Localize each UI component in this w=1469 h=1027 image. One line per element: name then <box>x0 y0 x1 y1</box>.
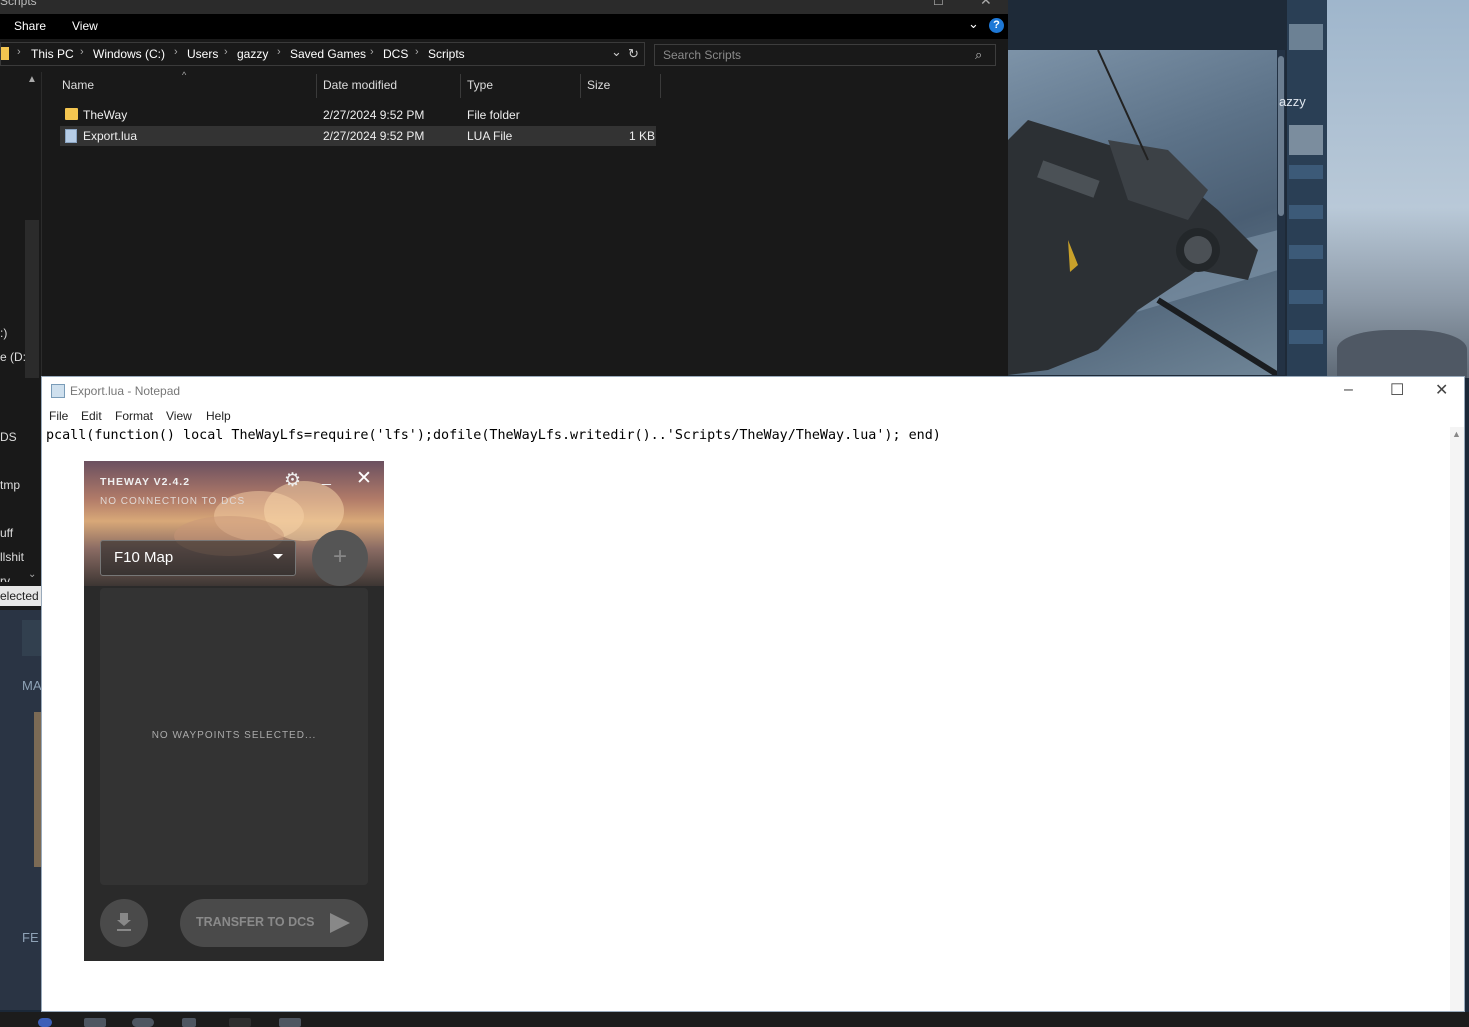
lua-file-icon <box>65 129 77 143</box>
notepad-title: Export.lua - Notepad <box>70 384 181 398</box>
breadcrumb-windows-c[interactable]: Windows (C:) <box>93 47 165 61</box>
apache-helicopter-artwork <box>1008 50 1278 375</box>
explorer-ribbon: Share View ⌄ ? <box>0 14 1008 39</box>
transfer-label: TRANSFER TO DCS <box>196 915 315 929</box>
add-waypoint-button[interactable]: + <box>312 530 368 586</box>
explorer-titlebar: Scripts ☐ ✕ <box>0 0 1008 14</box>
maximize-icon[interactable]: ☐ <box>933 0 944 8</box>
breadcrumb-dcs[interactable]: DCS <box>383 47 408 61</box>
file-size: 1 KB <box>629 129 656 143</box>
terminal-taskbar-icon[interactable] <box>229 1018 251 1027</box>
nav-item[interactable]: :) <box>0 326 7 340</box>
steam-side-panel: azzy <box>1279 0 1327 378</box>
send-icon <box>330 913 350 933</box>
address-bar[interactable]: › This PC › Windows (C:) › Users › gazzy… <box>0 42 645 66</box>
nav-item[interactable]: llshit <box>0 550 24 564</box>
file-name: Export.lua <box>83 129 138 143</box>
close-icon[interactable]: ✕ <box>1435 380 1448 400</box>
sort-ascending-icon: ^ <box>182 70 187 80</box>
volcano-sky-artwork <box>1327 0 1469 378</box>
help-icon[interactable]: ? <box>989 18 1004 33</box>
steam-section-label: FE <box>22 930 39 945</box>
notepad-icon <box>51 384 65 398</box>
steam-username: azzy <box>1279 94 1306 109</box>
maximize-icon[interactable]: ☐ <box>1390 380 1404 400</box>
menu-help[interactable]: Help <box>206 409 231 423</box>
column-size[interactable]: Size <box>587 78 610 92</box>
start-icon[interactable] <box>38 1018 52 1027</box>
caret-down-icon <box>273 554 283 559</box>
waypoint-list: NO WAYPOINTS SELECTED... <box>100 588 368 885</box>
app-taskbar-icon[interactable] <box>182 1018 196 1027</box>
nav-item[interactable]: ry <box>0 574 10 582</box>
notepad-editor-text[interactable]: pcall(function() local TheWayLfs=require… <box>46 428 941 443</box>
file-type: LUA File <box>467 129 513 143</box>
breadcrumb-scripts[interactable]: Scripts <box>428 47 465 61</box>
scroll-up-icon[interactable]: ▲ <box>27 74 37 85</box>
empty-waypoints-message: NO WAYPOINTS SELECTED... <box>151 730 317 741</box>
menu-file[interactable]: File <box>49 409 68 423</box>
theway-app-window: THEWAY V2.4.2 NO CONNECTION TO DCS ⚙ _ ✕… <box>84 461 384 961</box>
file-explorer-window: Scripts ☐ ✕ Share View ⌄ ? › This PC › W… <box>0 0 1008 485</box>
transfer-to-dcs-button[interactable]: TRANSFER TO DCS <box>180 899 368 947</box>
file-date: 2/27/2024 9:52 PM <box>323 129 425 143</box>
windows-taskbar <box>0 1012 1469 1027</box>
nav-item[interactable]: uff <box>0 526 13 540</box>
file-name: TheWay <box>83 108 128 122</box>
nav-item[interactable]: tmp <box>0 478 20 492</box>
notepad-taskbar-icon[interactable] <box>279 1018 301 1027</box>
menu-view[interactable]: View <box>166 409 192 423</box>
notepad-titlebar: Export.lua - Notepad – ☐ ✕ <box>42 377 1464 405</box>
gear-icon[interactable]: ⚙ <box>284 469 301 492</box>
minimize-icon[interactable]: _ <box>322 469 331 487</box>
scroll-down-icon[interactable]: ⌄ <box>28 569 36 580</box>
notepad-menubar: File Edit Format View Help <box>42 405 1464 427</box>
status-bar: elected <box>0 586 41 606</box>
source-select[interactable]: F10 Map <box>100 540 296 576</box>
breadcrumb-saved-games[interactable]: Saved Games <box>290 47 366 61</box>
column-type[interactable]: Type <box>467 78 493 92</box>
navigation-pane-continued: DS tmp uff llshit ry ⌄ elected <box>0 378 41 610</box>
status-text: elected <box>0 589 39 603</box>
nav-item[interactable]: e (D: <box>0 350 26 364</box>
connection-status: NO CONNECTION TO DCS <box>100 496 246 507</box>
source-select-value: F10 Map <box>114 549 174 566</box>
folder-icon <box>1 47 9 60</box>
nav-item[interactable]: DS <box>0 430 17 444</box>
file-row[interactable]: Export.lua 2/27/2024 9:52 PM LUA File 1 … <box>60 126 656 146</box>
file-row[interactable]: TheWay 2/27/2024 9:52 PM File folder <box>60 105 656 125</box>
notepad-scrollbar[interactable]: ▲ <box>1450 427 1464 1011</box>
column-name[interactable]: Name <box>62 78 94 92</box>
close-icon[interactable]: ✕ <box>356 467 372 490</box>
search-input[interactable]: Search Scripts ⌕ <box>654 44 996 66</box>
folder-icon <box>65 108 78 120</box>
search-placeholder: Search Scripts <box>663 48 742 62</box>
breadcrumb-gazzy[interactable]: gazzy <box>237 47 268 61</box>
file-date: 2/27/2024 9:52 PM <box>323 108 425 122</box>
column-date-modified[interactable]: Date modified <box>323 78 397 92</box>
steam-section-label: MA <box>22 678 42 693</box>
file-type: File folder <box>467 108 520 122</box>
explorer-title: Scripts <box>0 0 37 8</box>
chevron-down-icon[interactable]: ⌄ <box>611 44 622 60</box>
scroll-up-icon[interactable]: ▲ <box>1452 429 1461 439</box>
breadcrumb-users[interactable]: Users <box>187 47 218 61</box>
close-icon[interactable]: ✕ <box>980 0 992 9</box>
minimize-icon[interactable]: – <box>1344 381 1353 399</box>
breadcrumb-this-pc[interactable]: This PC <box>31 47 74 61</box>
tab-view[interactable]: View <box>72 19 98 33</box>
menu-edit[interactable]: Edit <box>81 409 102 423</box>
chevron-down-icon[interactable]: ⌄ <box>968 16 979 32</box>
file-explorer-taskbar-icon[interactable] <box>84 1018 106 1027</box>
search-icon[interactable]: ⌕ <box>975 47 982 63</box>
menu-format[interactable]: Format <box>115 409 153 423</box>
steam-left-panel: MA FE <box>0 600 42 1010</box>
refresh-icon[interactable]: ↻ <box>628 46 639 62</box>
app-title: THEWAY V2.4.2 <box>100 476 191 488</box>
steam-taskbar-icon[interactable] <box>132 1018 154 1027</box>
tab-share[interactable]: Share <box>14 19 46 33</box>
download-button[interactable] <box>100 899 148 947</box>
